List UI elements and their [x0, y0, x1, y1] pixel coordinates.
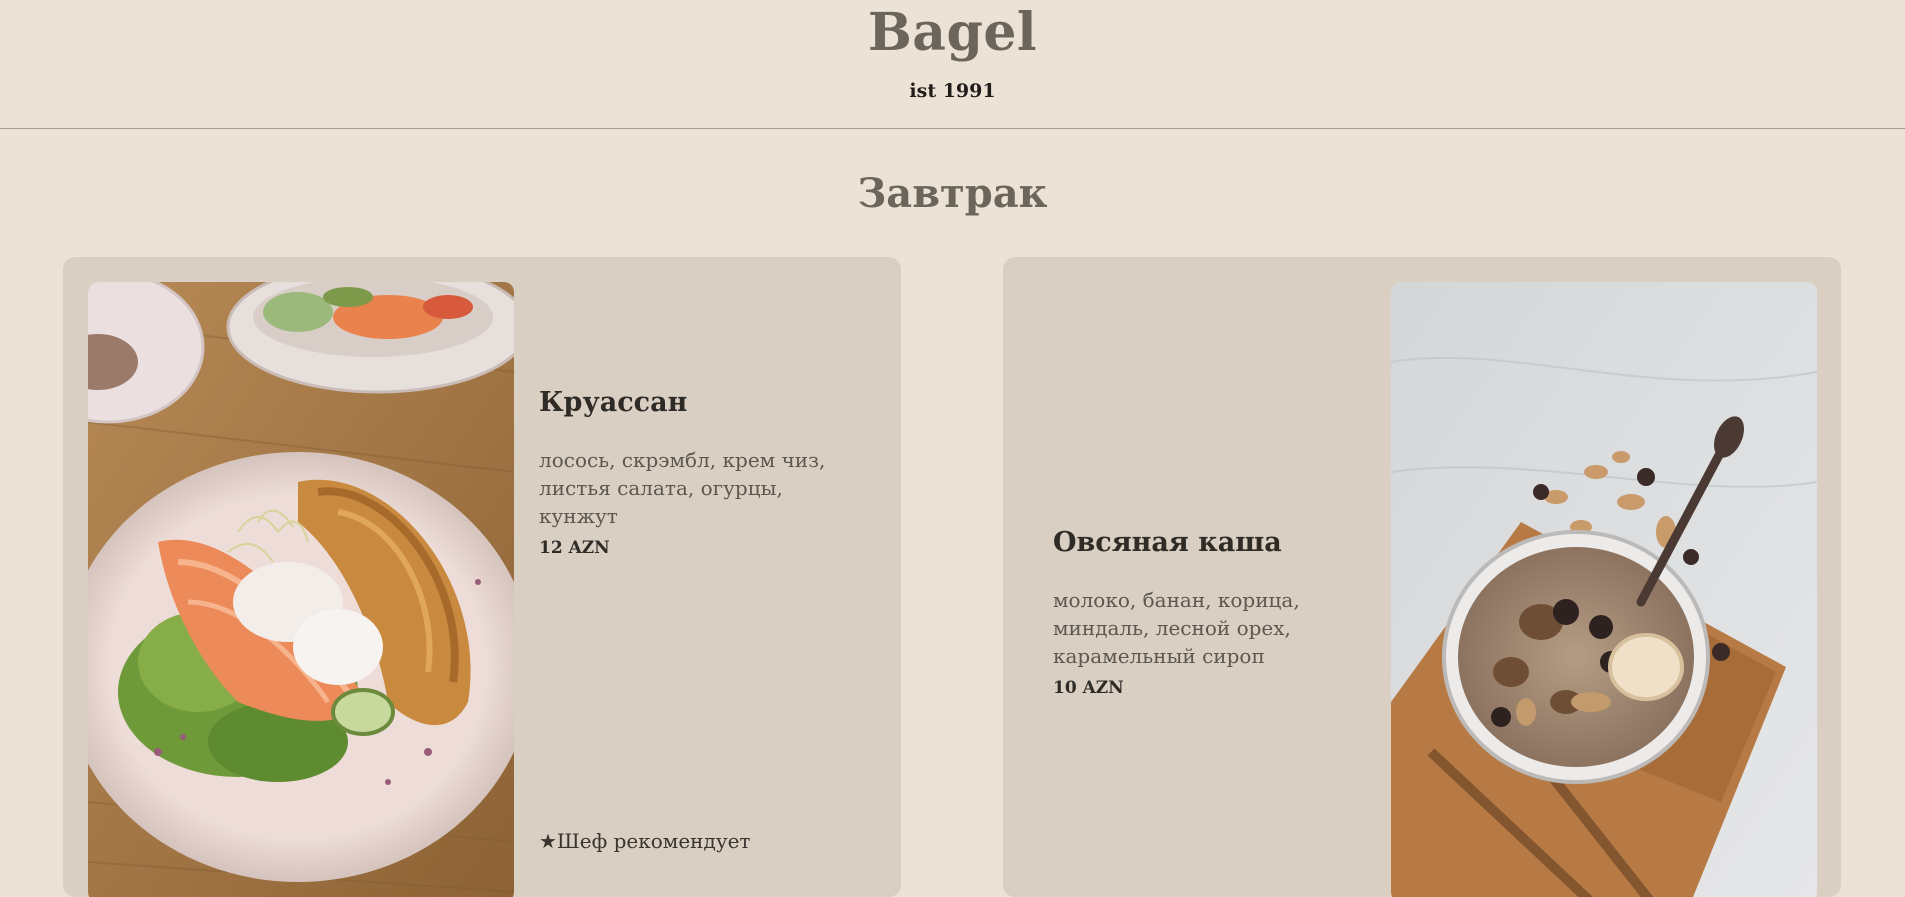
site-header: Bagel ist 1991 — [0, 0, 1905, 129]
established-year: ist 1991 — [909, 80, 996, 102]
menu-card-croissant[interactable]: Круассан лосось, скрэмбл, крем чиз, лист… — [63, 257, 901, 897]
menu-item-description: молоко, банан, корица, миндаль, лесной о… — [1053, 588, 1300, 668]
oatmeal-bowl-photo — [1391, 282, 1817, 897]
menu-item-description: лосось, скрэмбл, крем чиз, листья салата… — [539, 448, 826, 528]
menu-item-name: Овсяная каша — [1053, 527, 1282, 558]
menu-item-price: 10 AZN — [1053, 678, 1124, 698]
croissant-salmon-photo — [88, 282, 514, 897]
menu-item-price: 12 AZN — [539, 538, 610, 558]
menu-item-info: Круассан лосось, скрэмбл, крем чиз, лист… — [539, 387, 859, 558]
menu-card-oatmeal[interactable]: Овсяная каша молоко, банан, корица, минд… — [1003, 257, 1841, 897]
chef-recommends-badge: ★Шеф рекомендует — [539, 829, 751, 853]
menu-item-name: Круассан — [539, 387, 688, 418]
section-title: Завтрак — [857, 170, 1048, 217]
brand-logo[interactable]: Bagel — [0, 2, 1905, 63]
menu-item-info: Овсяная каша молоко, банан, корица, минд… — [1053, 527, 1373, 698]
